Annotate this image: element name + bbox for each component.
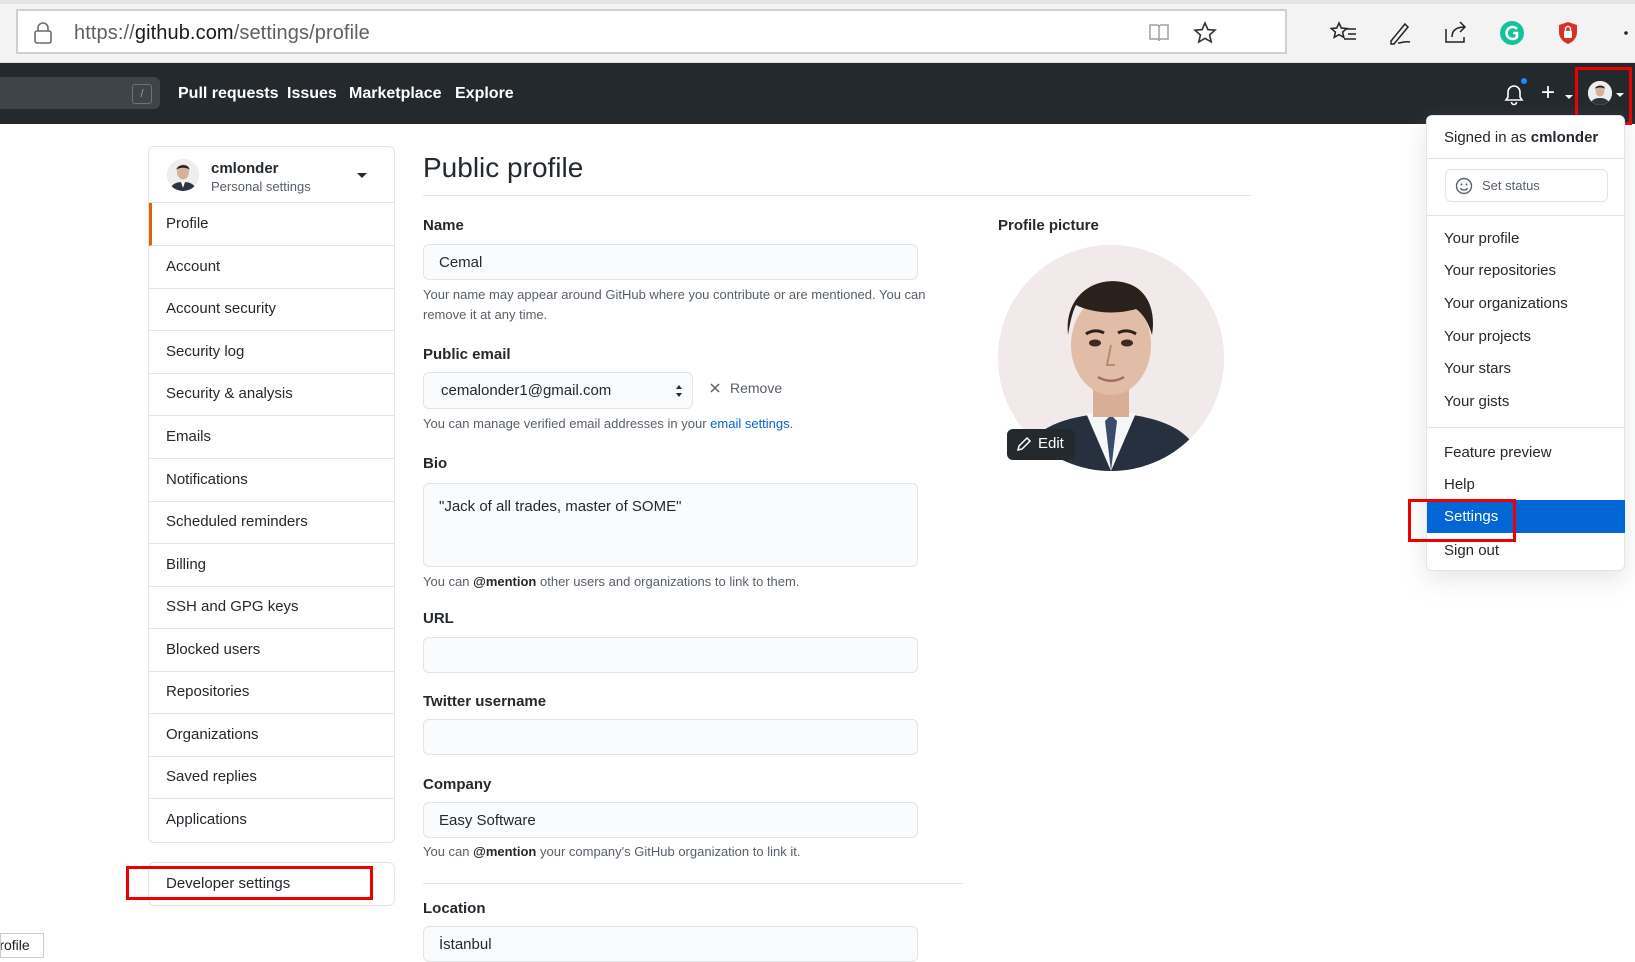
shield-extension-icon[interactable] [1554,19,1582,47]
bio-label: Bio [423,455,448,472]
company-label: Company [423,776,492,793]
sidebar-account-switcher[interactable]: cmlonder Personal settings [149,147,394,203]
sidebar-item-repositories[interactable]: Repositories [149,671,394,714]
favorites-list-icon[interactable] [1330,19,1358,47]
divider [1427,158,1624,159]
nav-explore[interactable]: Explore [455,85,514,103]
twitter-input[interactable] [423,719,918,755]
github-header: / Pull requests Issues Marketplace Explo… [0,63,1635,124]
chevron-down-icon [1565,95,1573,99]
divider [1427,427,1624,428]
pen-icon[interactable] [1386,19,1414,47]
tooltip: Profile [0,933,44,958]
nav-issues[interactable]: Issues [287,85,337,103]
menu-item-sign-out[interactable]: Sign out [1444,542,1499,559]
url-input[interactable] [423,637,918,673]
company-input[interactable]: Easy Software [423,802,918,838]
public-email-label: Public email [423,346,511,363]
chevron-down-icon [357,173,367,178]
sidebar-item-ssh-gpg-keys[interactable]: SSH and GPG keys [149,586,394,629]
menu-item-feature-preview[interactable]: Feature preview [1444,444,1552,461]
url-label: URL [423,610,454,627]
page-title: Public profile [423,152,584,183]
smiley-icon [1455,177,1473,195]
location-input[interactable]: İstanbul [423,926,918,962]
public-email-value: cemalonder1@gmail.com [441,382,612,399]
settings-sidebar: cmlonder Personal settings Profile Accou… [148,146,395,843]
sidebar-item-security-analysis[interactable]: Security & analysis [149,373,394,416]
menu-item-your-organizations[interactable]: Your organizations [1444,295,1568,312]
sidebar-item-organizations[interactable]: Organizations [149,714,394,757]
company-note: You can @mention your company's GitHub o… [423,844,801,859]
browser-toolbar: https://github.com/settings/profile [0,0,1635,63]
name-input[interactable]: Cemal [423,244,918,280]
sidebar-subtitle: Personal settings [211,179,311,194]
address-bar[interactable]: https://github.com/settings/profile [16,9,1287,54]
nav-pull-requests[interactable]: Pull requests [178,85,278,103]
divider [423,883,963,884]
share-icon[interactable] [1442,19,1470,47]
menu-item-your-stars[interactable]: Your stars [1444,360,1511,377]
sidebar-item-profile[interactable]: Profile [149,203,394,246]
sidebar-item-applications[interactable]: Applications [149,799,394,842]
notification-dot [1519,76,1529,86]
bio-note: You can @mention other users and organiz… [423,574,800,589]
search-input[interactable]: / [0,77,160,109]
bell-icon[interactable] [1503,83,1525,107]
sidebar-username: cmlonder [211,160,279,177]
name-label: Name [423,217,464,234]
sidebar-item-security-log[interactable]: Security log [149,331,394,374]
highlight-box [126,866,373,900]
location-label: Location [423,900,486,917]
sidebar-item-blocked-users[interactable]: Blocked users [149,629,394,672]
remove-email-button[interactable]: Remove [709,380,782,396]
public-email-select[interactable]: cemalonder1@gmail.com [423,372,693,409]
menu-item-your-projects[interactable]: Your projects [1444,328,1531,345]
highlight-box [1408,499,1516,542]
sidebar-item-account-security[interactable]: Account security [149,288,394,331]
menu-item-your-repositories[interactable]: Your repositories [1444,262,1556,279]
menu-item-your-profile[interactable]: Your profile [1444,230,1519,247]
profile-picture-label: Profile picture [998,217,1099,234]
grammarly-icon[interactable] [1498,19,1526,47]
twitter-label: Twitter username [423,693,547,710]
menu-item-help[interactable]: Help [1444,476,1475,493]
select-arrows-icon [676,385,682,397]
sidebar-item-scheduled-reminders[interactable]: Scheduled reminders [149,501,394,544]
sidebar-item-notifications[interactable]: Notifications [149,459,394,502]
email-settings-link[interactable]: email settings [710,416,789,431]
avatar [167,159,199,191]
tab-strip [0,0,1635,4]
pencil-icon [1016,436,1032,452]
search-shortcut-key: / [132,84,152,104]
sidebar-item-account[interactable]: Account [149,246,394,289]
favorite-star-icon[interactable] [1193,21,1217,45]
url-text: https://github.com/settings/profile [74,22,370,44]
lock-icon [34,22,52,44]
create-new-button[interactable]: + [1541,79,1555,107]
nav-marketplace[interactable]: Marketplace [349,85,442,103]
sidebar-item-emails[interactable]: Emails [149,416,394,459]
sidebar-item-billing[interactable]: Billing [149,544,394,587]
signed-in-as: Signed in as cmlonder [1444,129,1599,146]
name-note: Your name may appear around GitHub where… [423,287,926,322]
divider [1427,215,1624,216]
reading-view-icon[interactable] [1147,21,1171,45]
avatar-person-icon [167,159,199,191]
sidebar-item-saved-replies[interactable]: Saved replies [149,756,394,799]
menu-item-your-gists[interactable]: Your gists [1444,393,1509,410]
more-icon[interactable] [1612,19,1635,47]
bio-textarea[interactable]: "Jack of all trades, master of SOME" [423,483,918,567]
email-note: You can manage verified email addresses … [423,416,794,431]
divider [423,195,1251,196]
